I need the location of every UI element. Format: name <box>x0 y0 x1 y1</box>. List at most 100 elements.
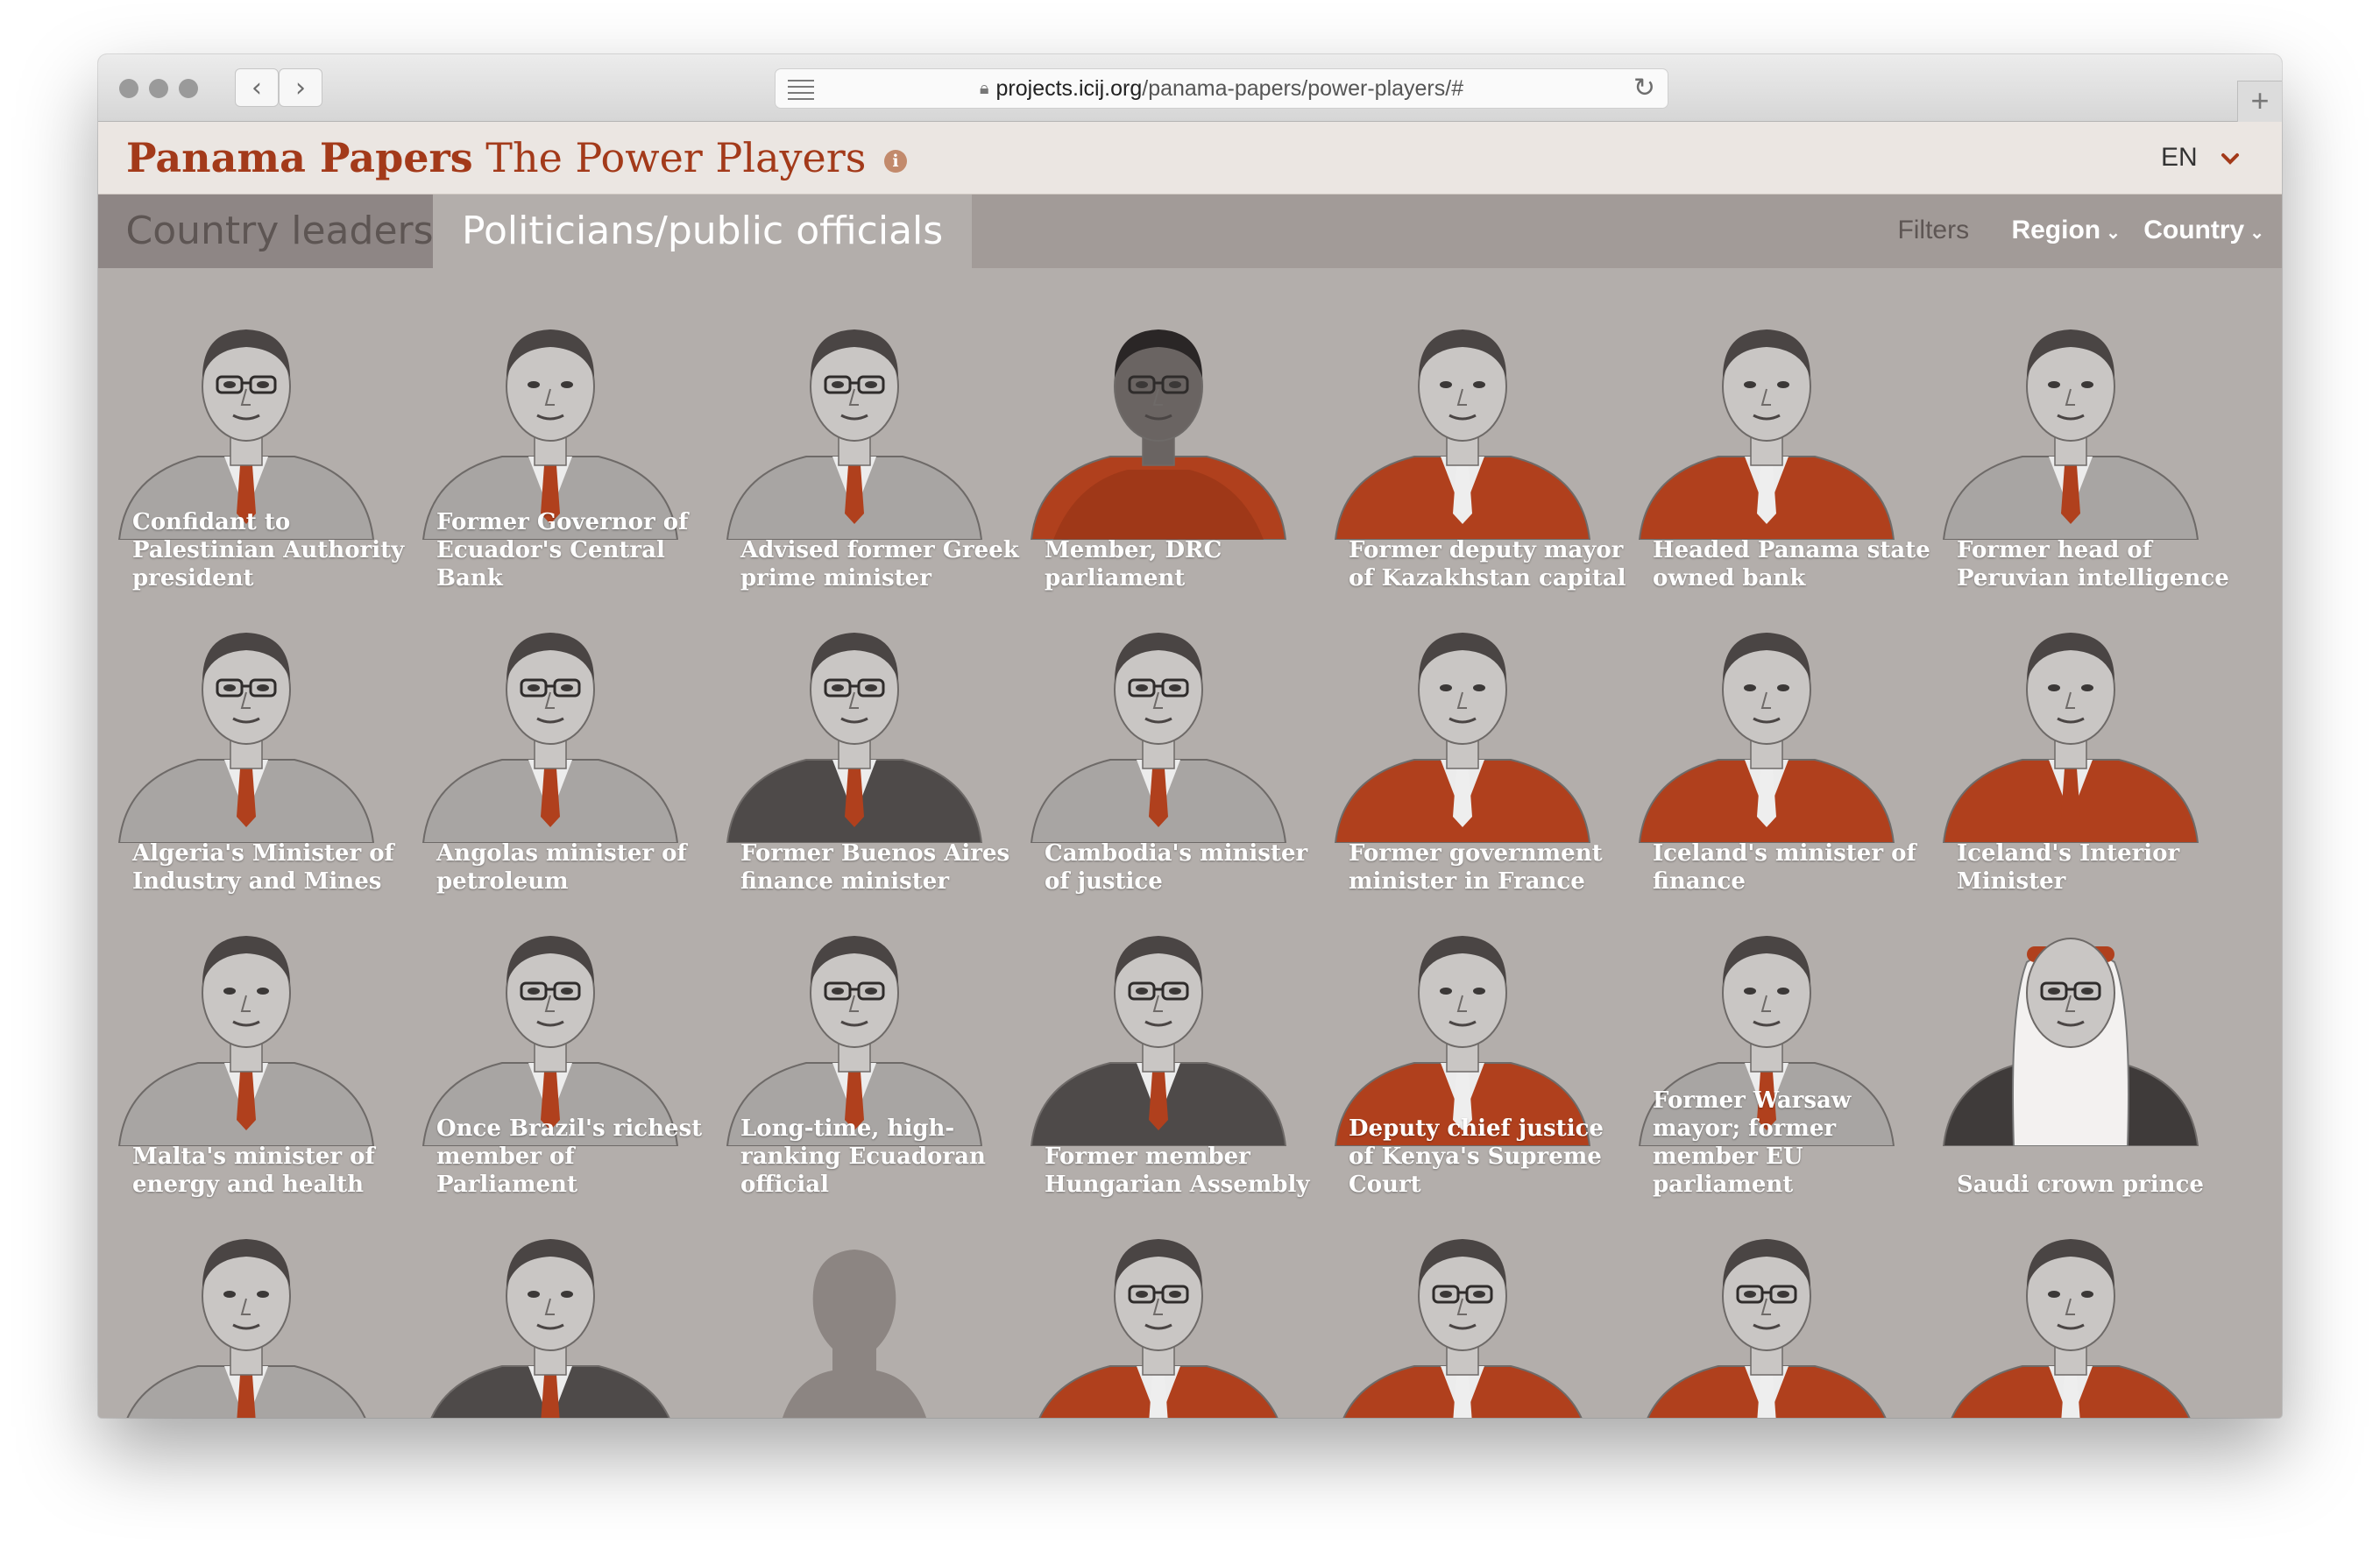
person-caption: Iceland's minister of finance <box>1653 840 1916 895</box>
person-portrait <box>421 329 679 540</box>
person-caption: Deputy chief justice of Kenya's Supreme … <box>1349 1115 1604 1198</box>
person-card[interactable]: Advised former Greek prime minister <box>710 294 1019 592</box>
person-card[interactable]: Cambodia's minister of justice <box>1014 598 1307 896</box>
person-card[interactable]: Former deputy mayor of Kazakhstan capita… <box>1318 294 1626 592</box>
person-card[interactable]: Once Brazil's richest member of Parliame… <box>406 901 702 1199</box>
person-caption: Former Buenos Aires finance minister <box>740 840 1010 895</box>
tab-politicians-public-officials[interactable]: Politicians/public officials <box>433 195 973 268</box>
person-card[interactable]: Deputy chief justice of Kenya's Supreme … <box>1318 901 1607 1199</box>
site-title[interactable]: Panama Papers The Power Players i <box>126 134 907 181</box>
person-card[interactable] <box>102 1204 391 1418</box>
reader-view-icon[interactable] <box>788 80 814 104</box>
person-caption: Iceland's Interior Minister <box>1957 840 2180 895</box>
person-portrait <box>1030 329 1287 540</box>
url-host: projects.icij.org <box>995 75 1143 101</box>
language-selector[interactable]: EN <box>2161 143 2240 173</box>
person-card[interactable]: Former member Hungarian Assembly <box>1014 901 1309 1199</box>
person-portrait <box>1951 1239 2191 1418</box>
person-portrait <box>1638 633 1895 843</box>
chevron-down-icon: ⌄ <box>2249 223 2264 243</box>
person-card[interactable]: Malta's minister of energy and health <box>102 901 391 1199</box>
minimize-window-button[interactable] <box>149 79 168 98</box>
person-portrait <box>117 936 375 1146</box>
person-portrait <box>726 329 983 540</box>
person-caption: Former government minister in France <box>1349 840 1603 895</box>
person-card[interactable]: Headed Panama state owned bank <box>1622 294 1930 592</box>
person-portrait <box>117 633 375 843</box>
person-caption: Advised former Greek prime minister <box>740 537 1019 591</box>
person-portrait <box>726 633 983 843</box>
person-caption: Cambodia's minister of justice <box>1045 840 1308 895</box>
person-card[interactable]: Iceland's minister of finance <box>1622 598 1916 896</box>
filters-bar: Filters Region ⌄ Country ⌄ <box>1897 216 2264 245</box>
person-portrait <box>1638 329 1895 540</box>
person-card[interactable]: Former Warsaw mayor; former member EU pa… <box>1622 901 1911 1199</box>
address-bar[interactable]: 🔒︎ projects.icij.org/panama-papers/power… <box>775 68 1668 109</box>
chevron-right-icon: › <box>295 72 306 103</box>
person-portrait <box>421 936 679 1146</box>
chevron-down-icon <box>2221 153 2239 165</box>
person-card[interactable] <box>406 1204 695 1418</box>
person-card[interactable] <box>1014 1204 1303 1418</box>
person-card[interactable]: Angolas minister of petroleum <box>406 598 695 896</box>
person-caption: Angolas minister of petroleum <box>436 840 687 895</box>
person-card[interactable] <box>1318 1204 1607 1418</box>
region-filter-label: Region <box>2011 216 2101 244</box>
person-card[interactable]: Member, DRC parliament <box>1014 294 1303 592</box>
browser-titlebar: ‹ › 🔒︎ projects.icij.org/panama-papers/p… <box>98 54 2282 122</box>
person-card[interactable]: Long-time, high-ranking Ecuadoran offici… <box>710 901 999 1199</box>
person-caption: Former member Hungarian Assembly <box>1045 1144 1310 1198</box>
site-header: Panama Papers The Power Players i EN <box>98 122 2282 195</box>
person-portrait <box>1334 329 1591 540</box>
person-caption: Once Brazil's richest member of Parliame… <box>436 1115 703 1198</box>
person-portrait <box>1038 1239 1279 1418</box>
close-window-button[interactable] <box>119 79 138 98</box>
region-filter[interactable]: Region ⌄ <box>2011 216 2120 244</box>
country-filter-label: Country <box>2143 216 2245 244</box>
person-card[interactable]: Former government minister in France <box>1318 598 1607 896</box>
url-path: /panama-papers/power-players/# <box>1142 75 1464 101</box>
person-card[interactable] <box>710 1204 999 1418</box>
category-tabs: Country leaders Politicians/public offic… <box>98 195 2282 268</box>
person-caption: Former deputy mayor of Kazakhstan capita… <box>1349 537 1626 591</box>
person-portrait <box>117 329 375 540</box>
person-portrait <box>1342 1239 1583 1418</box>
person-caption: Member, DRC parliament <box>1045 537 1222 591</box>
tab-country-leaders[interactable]: Country leaders <box>98 195 461 268</box>
zoom-window-button[interactable] <box>179 79 198 98</box>
site-title-light: The Power Players <box>485 134 867 181</box>
person-card[interactable]: Former head of Peruvian intelligence <box>1926 294 2229 592</box>
new-tab-button[interactable]: + <box>2237 81 2282 122</box>
person-portrait <box>1334 936 1591 1146</box>
forward-button[interactable]: › <box>279 68 322 107</box>
person-card[interactable] <box>1926 1204 2215 1418</box>
country-filter[interactable]: Country ⌄ <box>2143 216 2264 244</box>
person-caption: Former Governor of Ecuador's Central Ban… <box>436 509 689 591</box>
person-portrait <box>421 633 679 843</box>
person-caption: Former Warsaw mayor; former member EU pa… <box>1653 1087 1852 1198</box>
person-card[interactable]: Saudi crown prince <box>1926 901 2215 1199</box>
person-portrait <box>1942 633 2199 843</box>
person-card[interactable]: Confidant to Palestinian Authority presi… <box>102 294 404 592</box>
info-icon[interactable]: i <box>883 150 907 173</box>
person-card[interactable]: Iceland's Interior Minister <box>1926 598 2215 896</box>
person-portrait <box>1030 633 1287 843</box>
chevron-left-icon: ‹ <box>251 72 262 103</box>
person-portrait <box>1647 1239 1887 1418</box>
person-card[interactable]: Former Governor of Ecuador's Central Ban… <box>406 294 695 592</box>
placeholder-silhouette <box>782 1250 927 1418</box>
person-card[interactable]: Algeria's Minister of Industry and Mines <box>102 598 394 896</box>
person-caption: Saudi crown prince <box>1957 1172 2204 1198</box>
language-label: EN <box>2160 143 2198 172</box>
chevron-down-icon: ⌄ <box>2106 223 2121 243</box>
person-card[interactable] <box>1622 1204 1911 1418</box>
person-caption: Headed Panama state owned bank <box>1653 537 1930 591</box>
person-portrait <box>430 1239 670 1418</box>
person-caption: Confidant to Palestinian Authority presi… <box>132 509 405 591</box>
reload-icon[interactable]: ↻ <box>1633 73 1655 103</box>
person-caption: Algeria's Minister of Industry and Mines <box>132 840 394 895</box>
back-button[interactable]: ‹ <box>235 68 279 107</box>
person-card[interactable]: Former Buenos Aires finance minister <box>710 598 1009 896</box>
person-caption: Long-time, high-ranking Ecuadoran offici… <box>740 1115 986 1198</box>
lock-icon: 🔒︎ <box>979 78 989 98</box>
